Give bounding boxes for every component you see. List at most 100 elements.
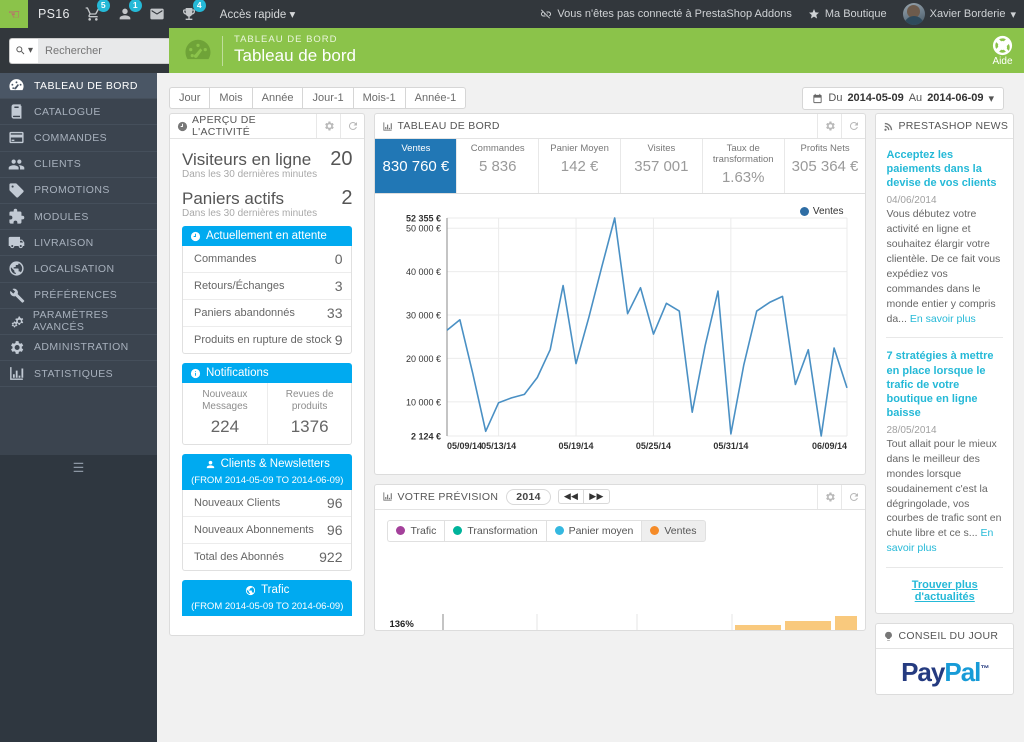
activity-settings-button[interactable] (316, 114, 340, 138)
carts-label: Paniers actifs (182, 189, 285, 208)
forecast-chip-trafic[interactable]: Trafic (387, 519, 445, 542)
sidebar-item-modules[interactable]: MODULES (0, 204, 157, 231)
list-item[interactable]: Commandes 0 (183, 246, 352, 273)
forecast-prev-button[interactable]: ◀◀ (557, 489, 584, 505)
tip-body[interactable]: PayPal™ (876, 649, 1013, 694)
calendar-icon (813, 93, 822, 103)
notification-value: 224 (210, 417, 240, 436)
traffic-header: Trafic (FROM 2014-05-09 TO 2014-06-09) (182, 580, 353, 616)
forecast-next-button[interactable]: ▶▶ (583, 489, 610, 505)
lifebuoy-icon (992, 35, 1013, 56)
sidebar-item-promotions[interactable]: PROMOTIONS (0, 178, 157, 204)
sidebar-item-clients[interactable]: CLIENTS (0, 152, 157, 178)
logo[interactable]: ☜ (0, 0, 28, 28)
clients-newsletters-block: Clients & Newsletters (FROM 2014-05-09 T… (182, 454, 353, 571)
svg-text:40 000 €: 40 000 € (406, 267, 441, 277)
trophy-icon[interactable]: 4 (180, 0, 206, 23)
period-annee[interactable]: Année (251, 87, 303, 109)
user-icon[interactable]: 1 (116, 0, 142, 23)
sales-line-chart[interactable]: Ventes 52 355 €50 000 € 40 000 € 30 000 € 2… (375, 194, 865, 474)
clients-subtitle: (FROM 2014-05-09 TO 2014-06-09) (191, 475, 344, 486)
puzzle-icon (8, 208, 34, 225)
addons-status[interactable]: Vous n'êtes pas connecté à PrestaShop Ad… (540, 8, 792, 20)
date-range-picker[interactable]: Du 2014-05-09 Au 2014-06-09 ▾ (802, 86, 1004, 110)
news-article-title[interactable]: 7 stratégies à mettre en place lorsque l… (886, 349, 1003, 419)
date-toolbar: Jour Mois Année Jour-1 Mois-1 Année-1 Du… (157, 73, 1024, 113)
period-mois-1[interactable]: Mois-1 (352, 87, 405, 109)
period-jour[interactable]: Jour (169, 87, 210, 109)
list-item[interactable]: Total des Abonnés 922 (183, 544, 351, 570)
sidebar-item-administration[interactable]: ADMINISTRATION (0, 335, 157, 362)
user-icon (206, 460, 214, 468)
sidebar: TABLEAU DE BORD CATALOGUE COMMANDES CLIE… (0, 73, 157, 742)
kpi-tab-taux-transformation[interactable]: Taux de transformation 1.63% (703, 139, 785, 193)
period-jour-1[interactable]: Jour-1 (302, 87, 353, 109)
forecast-chip-ventes[interactable]: Ventes (641, 519, 706, 542)
shop-name[interactable]: PS16 (38, 7, 70, 21)
dashboard-settings-button[interactable] (817, 114, 841, 138)
notification-label: Nouveaux Messages (202, 389, 248, 412)
clients-label: Nouveaux Abonnements (194, 524, 314, 536)
sidebar-collapse-toggle[interactable]: ☰ (0, 455, 157, 481)
clients-label: Total des Abonnés (194, 551, 284, 563)
sidebar-item-preferences[interactable]: PRÉFÉRENCES (0, 283, 157, 309)
list-item[interactable]: Nouveaux Abonnements 96 (183, 517, 352, 544)
kpi-value: 830 760 € (382, 157, 450, 175)
chevron-down-icon: ▾ (988, 92, 994, 105)
forecast-body: Trafic Transformation Panier moyen Vente… (375, 510, 865, 630)
sidebar-item-commandes[interactable]: COMMANDES (0, 125, 157, 152)
notification-cell[interactable]: Revues de produits 1376 (266, 383, 352, 444)
kpi-value: 5 836 (478, 157, 517, 175)
sidebar-item-parametres-avances[interactable]: PARAMÈTRES AVANCÉS (0, 309, 157, 335)
kpi-tab-ventes[interactable]: Ventes 830 760 € (375, 139, 458, 193)
kpi-label: Taux de transformation (712, 143, 774, 165)
forecast-title: VOTRE PRÉVISION (397, 490, 499, 503)
period-mois[interactable]: Mois (209, 87, 252, 109)
list-item[interactable]: Produits en rupture de stock 9 (183, 327, 351, 353)
forecast-refresh-button[interactable] (841, 484, 865, 509)
news-read-more-link[interactable]: En savoir plus (910, 313, 976, 325)
news-article-title[interactable]: Acceptez les paiements dans la devise de… (886, 148, 1003, 190)
quick-access-menu[interactable]: Accès rapide ▾ (220, 7, 295, 21)
my-shop-link[interactable]: Ma Boutique (808, 8, 887, 20)
sidebar-item-localisation[interactable]: LOCALISATION (0, 256, 157, 283)
kpi-tab-panier-moyen[interactable]: Panier Moyen 142 € (539, 139, 621, 193)
kpi-tab-visites[interactable]: Visites 357 001 (621, 139, 703, 193)
help-label: Aide (992, 56, 1013, 67)
list-item[interactable]: Nouveaux Clients 96 (183, 490, 352, 517)
dashboard-icon (177, 34, 219, 68)
forecast-chip-transformation[interactable]: Transformation (444, 519, 546, 542)
sidebar-item-livraison[interactable]: LIVRAISON (0, 230, 157, 257)
pending-header: Actuellement en attente (182, 226, 353, 246)
forecast-year[interactable]: 2014 (506, 488, 551, 505)
legend-label-ventes: Ventes (812, 205, 844, 217)
forecast-legend: Trafic Transformation Panier moyen Vente… (387, 519, 853, 542)
kpi-tab-commandes[interactable]: Commandes 5 836 (457, 139, 540, 193)
envelope-icon[interactable] (148, 5, 166, 23)
user-menu[interactable]: Xavier Borderie ▾ (902, 3, 1016, 25)
list-item[interactable]: Retours/Échanges 3 (183, 273, 352, 300)
help-button[interactable]: Aide (991, 34, 1014, 67)
pending-value: 0 (334, 251, 343, 267)
search-scope-button[interactable]: ▾ (9, 37, 39, 64)
list-item[interactable]: Paniers abandonnés 33 (183, 300, 352, 327)
cart-icon[interactable]: 5 (84, 0, 110, 23)
sidebar-item-tableau-de-bord[interactable]: TABLEAU DE BORD (0, 73, 157, 100)
page-title: Tableau de bord (234, 46, 356, 66)
forecast-settings-button[interactable] (817, 484, 841, 509)
notification-cell[interactable]: Nouveaux Messages 224 (183, 383, 267, 444)
forecast-panel: VOTRE PRÉVISION 2014 ◀◀ ▶▶ Trafic Transf… (374, 483, 867, 631)
sidebar-item-statistiques[interactable]: STATISTIQUES (0, 361, 157, 388)
dashboard-refresh-button[interactable] (841, 114, 865, 138)
visitors-value: 20 (330, 148, 353, 170)
kpi-tab-profits-nets[interactable]: Profits Nets 305 364 € (785, 139, 866, 193)
cart-badge: 5 (96, 0, 110, 12)
forecast-chip-panier-moyen[interactable]: Panier moyen (545, 519, 642, 542)
bar-chart-icon (382, 121, 393, 132)
svg-text:50 000 €: 50 000 € (406, 224, 441, 234)
visitors-label: Visiteurs en ligne (182, 150, 312, 169)
activity-refresh-button[interactable] (340, 114, 364, 138)
sidebar-item-catalogue[interactable]: CATALOGUE (0, 99, 157, 126)
news-find-more-link[interactable]: Trouver plus d'actualités (886, 579, 1003, 603)
period-annee-1[interactable]: Année-1 (404, 87, 467, 109)
